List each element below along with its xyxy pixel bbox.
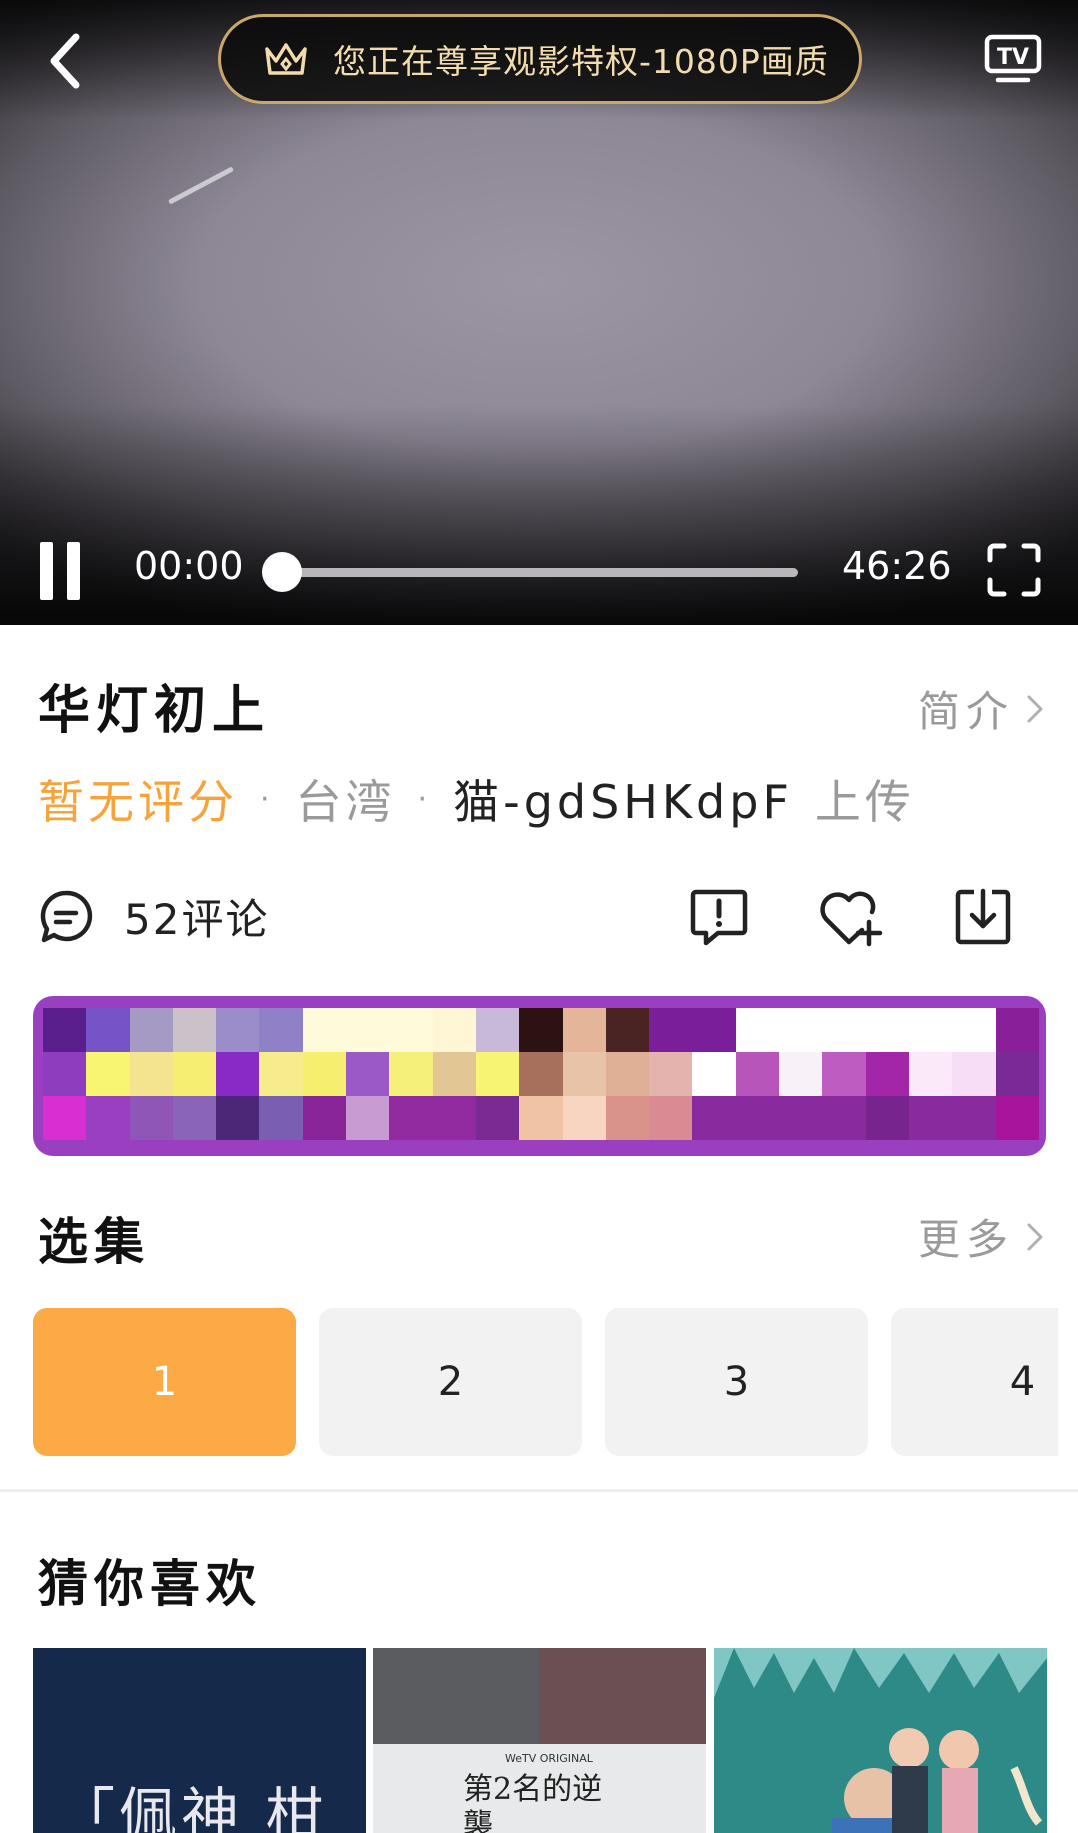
show-meta: 暂无评分 · 台湾 · 猫-gdSHKdpF 上传 bbox=[38, 766, 915, 832]
upload-label: 上传 bbox=[814, 775, 915, 829]
meta-separator: · bbox=[417, 781, 432, 817]
tv-cast-icon[interactable]: TV bbox=[984, 34, 1042, 84]
episodes-title: 选集 bbox=[38, 1212, 150, 1271]
rec-poster-2[interactable]: WeTV ORIGINAL 第2名的逆襲 bbox=[373, 1648, 706, 1833]
current-time: 00:00 bbox=[134, 544, 244, 588]
pause-icon[interactable] bbox=[40, 542, 88, 602]
recommendation-row: 「佩神 柑 WeTV ORIGINAL 第2名的逆襲 bbox=[33, 1648, 1078, 1833]
crown-icon bbox=[265, 43, 307, 75]
rec-poster-1[interactable]: 「佩神 柑 bbox=[33, 1648, 366, 1833]
section-divider bbox=[0, 1489, 1078, 1492]
pixelated-ad-image bbox=[43, 1008, 1039, 1140]
player-controls: 00:00 46:26 bbox=[0, 530, 1078, 610]
chevron-right-icon bbox=[1027, 1223, 1043, 1250]
vip-quality-banner[interactable]: 您正在尊享观影特权-1080P画质 bbox=[218, 14, 862, 104]
more-episodes-link[interactable]: 更多 bbox=[918, 1206, 1044, 1267]
favorite-add-icon[interactable] bbox=[816, 886, 886, 948]
chevron-right-icon bbox=[1027, 695, 1043, 722]
poster-still-right bbox=[539, 1648, 706, 1744]
episode-list: 1 2 3 4 bbox=[33, 1308, 1058, 1458]
video-frame-detail bbox=[168, 166, 234, 205]
intro-label: 简介 bbox=[918, 687, 1015, 736]
poster-art bbox=[714, 1648, 1047, 1833]
recommendations-title: 猜你喜欢 bbox=[38, 1554, 262, 1613]
progress-track[interactable] bbox=[282, 568, 798, 577]
back-button[interactable] bbox=[38, 28, 90, 94]
progress-thumb[interactable] bbox=[262, 552, 302, 592]
comments-count: 52评论 bbox=[124, 895, 270, 944]
ad-banner[interactable] bbox=[33, 996, 1046, 1156]
meta-separator: · bbox=[260, 781, 274, 817]
episode-button[interactable]: 3 bbox=[605, 1308, 868, 1456]
fullscreen-icon[interactable] bbox=[986, 542, 1042, 598]
episode-button[interactable]: 2 bbox=[319, 1308, 582, 1456]
episode-button[interactable]: 4 bbox=[891, 1308, 1058, 1456]
rating-text: 暂无评分 bbox=[38, 775, 238, 829]
episode-button[interactable]: 1 bbox=[33, 1308, 296, 1456]
rec-poster-2-text: 第2名的逆襲 bbox=[463, 1772, 603, 1833]
duration: 46:26 bbox=[842, 544, 952, 588]
download-icon[interactable] bbox=[952, 886, 1014, 948]
uploader-name[interactable]: 猫-gdSHKdpF bbox=[453, 766, 793, 832]
rec-poster-1-text: 「佩神 柑 bbox=[57, 1781, 328, 1833]
rec-poster-3[interactable] bbox=[714, 1648, 1047, 1833]
intro-link[interactable]: 简介 bbox=[918, 678, 1044, 739]
poster-still-left bbox=[373, 1648, 539, 1744]
more-label: 更多 bbox=[918, 1215, 1015, 1264]
comment-button[interactable]: 52评论 bbox=[38, 886, 269, 947]
rec-poster-2-tag: WeTV ORIGINAL bbox=[505, 1752, 593, 1765]
show-title: 华灯初上 bbox=[38, 680, 271, 741]
vip-banner-text: 您正在尊享观影特权-1080P画质 bbox=[333, 42, 829, 81]
action-bar: 52评论 bbox=[0, 880, 1078, 960]
comment-icon bbox=[40, 890, 93, 942]
svg-text:TV: TV bbox=[997, 45, 1029, 70]
back-chevron-icon bbox=[50, 33, 80, 89]
video-player[interactable]: 您正在尊享观影特权-1080P画质 TV 00:00 46:26 bbox=[0, 0, 1078, 625]
region-text: 台湾 bbox=[295, 775, 396, 829]
report-icon[interactable] bbox=[688, 886, 750, 948]
